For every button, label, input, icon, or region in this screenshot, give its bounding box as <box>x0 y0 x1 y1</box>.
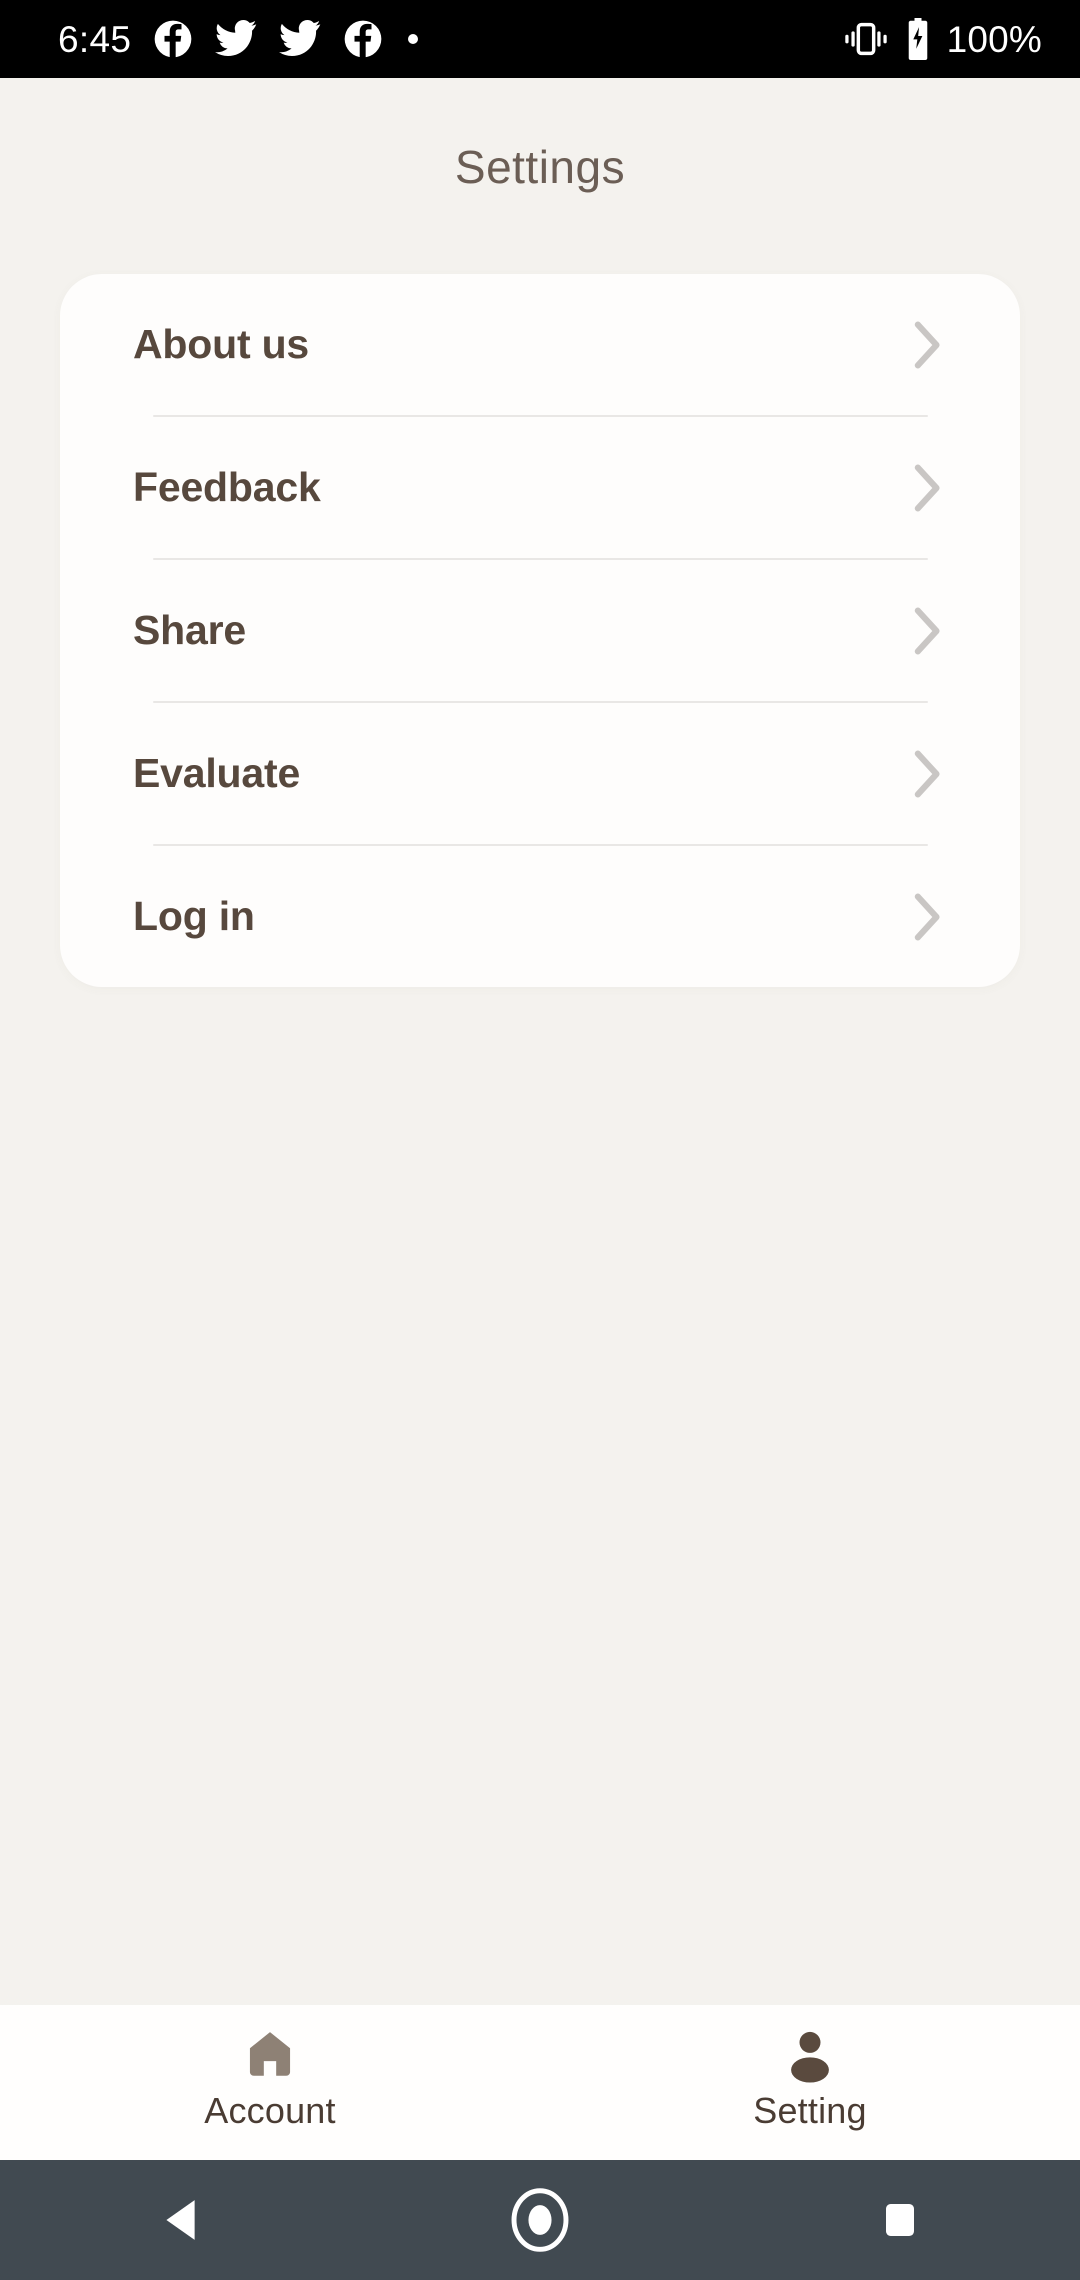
settings-card: About us Feedback Share Evaluate Log in <box>60 274 1020 987</box>
menu-item-label: About us <box>133 321 310 367</box>
chevron-right-icon <box>914 750 940 797</box>
tab-label: Account <box>204 2090 336 2131</box>
chevron-right-icon <box>914 607 940 654</box>
facebook-icon <box>154 20 192 58</box>
menu-item-label: Feedback <box>133 464 321 510</box>
tab-setting[interactable]: Setting <box>540 2027 1080 2129</box>
battery-charging-icon <box>908 18 927 60</box>
app-content: Settings About us Feedback Share Evaluat… <box>0 78 1080 2160</box>
menu-item-label: Evaluate <box>133 750 301 796</box>
menu-item-feedback[interactable]: Feedback <box>60 417 1020 558</box>
tab-account[interactable]: Account <box>0 2027 540 2129</box>
nav-home-button[interactable] <box>360 2160 720 2280</box>
menu-item-evaluate[interactable]: Evaluate <box>60 703 1020 844</box>
menu-item-label: Log in <box>133 893 255 939</box>
settings-menu-list: About us Feedback Share Evaluate Log in <box>60 274 1020 987</box>
recents-square-icon <box>886 2204 914 2236</box>
twitter-icon <box>279 19 321 56</box>
menu-item-label: Share <box>133 607 246 653</box>
battery-percent: 100% <box>946 18 1042 60</box>
phone-screen: 6:45 100% Settings About us Feedback Sha… <box>0 0 1080 2280</box>
facebook-icon <box>344 20 382 58</box>
status-bar-right: 100% <box>843 18 1080 60</box>
home-circle-icon <box>511 2188 569 2252</box>
chevron-right-icon <box>914 321 940 368</box>
dot-icon <box>408 34 419 44</box>
person-icon <box>782 2027 838 2083</box>
status-bar: 6:45 100% <box>0 0 1080 78</box>
status-bar-left: 6:45 <box>0 19 421 59</box>
chevron-right-icon <box>914 893 940 940</box>
vibrate-icon <box>844 22 887 56</box>
menu-item-share[interactable]: Share <box>60 560 1020 701</box>
page-title: Settings <box>454 141 626 193</box>
twitter-icon <box>215 19 257 56</box>
nav-recents-button[interactable] <box>720 2160 1080 2280</box>
menu-item-about-us[interactable]: About us <box>60 274 1020 415</box>
status-time: 6:45 <box>58 18 132 60</box>
back-triangle-icon <box>166 2200 195 2240</box>
android-nav-bar <box>0 2160 1080 2280</box>
notification-icons <box>153 19 421 59</box>
chevron-right-icon <box>914 464 940 511</box>
nav-back-button[interactable] <box>0 2160 360 2280</box>
menu-item-log-in[interactable]: Log in <box>60 846 1020 987</box>
tab-label: Setting <box>753 2090 867 2131</box>
bottom-tab-bar: Account Setting <box>0 2005 1080 2160</box>
home-icon <box>241 2027 299 2083</box>
